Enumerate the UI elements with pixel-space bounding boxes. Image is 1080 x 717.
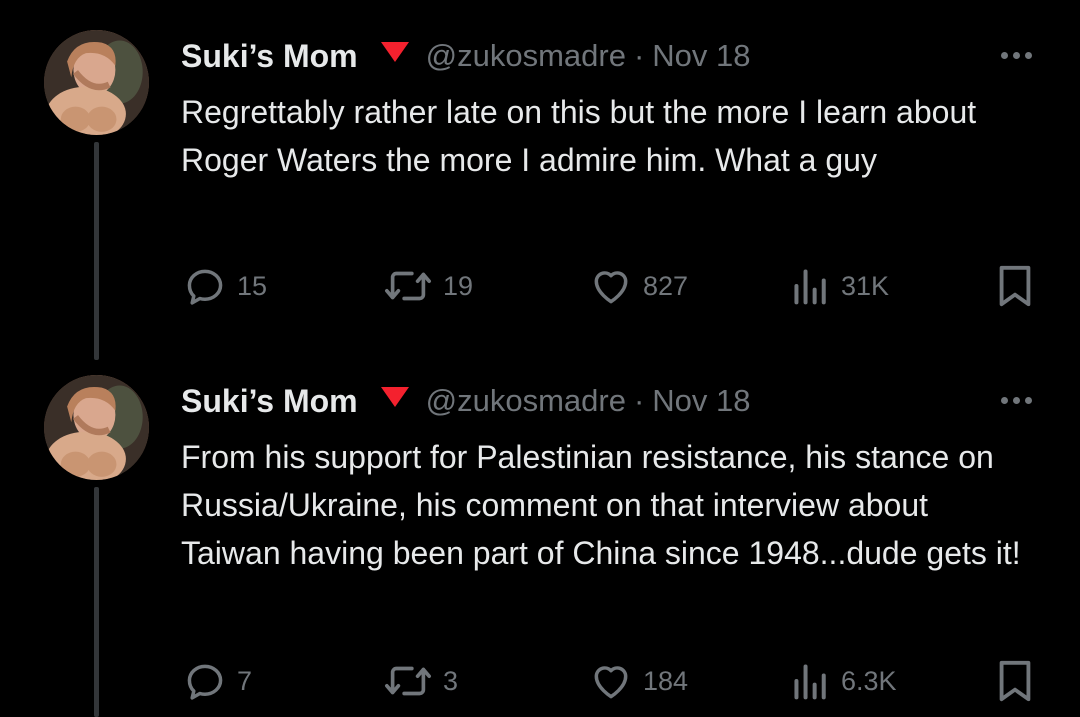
reply-count: 15: [237, 270, 268, 301]
bookmark-icon: [999, 660, 1031, 702]
tweet[interactable]: Suki’s Mom @zukosmadre · Nov 18 From his…: [0, 345, 1080, 717]
views-icon: [794, 269, 826, 305]
tweet[interactable]: Suki’s Mom @zukosmadre · Nov 18 Regretta…: [0, 0, 1080, 360]
avatar-image: [44, 375, 149, 480]
views-icon: [794, 664, 826, 700]
tweet-date[interactable]: Nov 18: [652, 383, 750, 419]
red-triangle-icon: [380, 41, 410, 63]
heart-icon: [594, 666, 628, 699]
handle[interactable]: @zukosmadre: [426, 38, 626, 74]
like-count: 827: [643, 270, 689, 301]
tweet-header: Suki’s Mom @zukosmadre · Nov 18: [181, 36, 751, 76]
avatar[interactable]: [44, 375, 149, 480]
retweet-button[interactable]: 19: [383, 262, 473, 310]
heart-icon: [594, 271, 628, 304]
reply-button[interactable]: 7: [183, 657, 252, 705]
separator: ·: [633, 38, 645, 73]
reply-count: 7: [237, 665, 253, 696]
more-options-icon[interactable]: [1001, 52, 1032, 59]
retweet-button[interactable]: 3: [383, 657, 458, 705]
like-button[interactable]: 184: [589, 657, 688, 705]
separator: ·: [633, 383, 645, 418]
reply-icon: [187, 664, 223, 700]
bookmark-button[interactable]: [995, 657, 1035, 705]
red-triangle-icon: [380, 386, 410, 408]
like-button[interactable]: 827: [589, 262, 688, 310]
reply-button[interactable]: 15: [183, 262, 267, 310]
thread-line: [94, 142, 99, 360]
bookmark-button[interactable]: [995, 262, 1035, 310]
like-count: 184: [643, 665, 689, 696]
tweet-date[interactable]: Nov 18: [652, 38, 750, 74]
display-name[interactable]: Suki’s Mom: [181, 38, 358, 75]
handle[interactable]: @zukosmadre: [426, 383, 626, 419]
reply-icon: [187, 269, 223, 305]
views-count: 6.3K: [841, 665, 897, 696]
views-count: 31K: [841, 270, 890, 301]
tweet-actions: 7 3 184 6.3K: [181, 657, 1041, 705]
retweet-icon: [385, 271, 431, 301]
views-button[interactable]: 6.3K: [791, 657, 897, 705]
more-options-icon[interactable]: [1001, 397, 1032, 404]
views-button[interactable]: 31K: [791, 262, 889, 310]
thread-line: [94, 487, 99, 717]
retweet-count: 3: [443, 665, 459, 696]
tweet-actions: 15 19 827 31K: [181, 262, 1041, 310]
avatar-image: [44, 30, 149, 135]
tweet-text: Regrettably rather late on this but the …: [181, 94, 977, 178]
retweet-count: 19: [443, 270, 474, 301]
retweet-icon: [385, 666, 431, 696]
bookmark-icon: [999, 265, 1031, 307]
avatar[interactable]: [44, 30, 149, 135]
tweet-text: From his support for Palestinian resista…: [181, 439, 1021, 571]
tweet-header: Suki’s Mom @zukosmadre · Nov 18: [181, 381, 751, 421]
display-name[interactable]: Suki’s Mom: [181, 383, 358, 420]
